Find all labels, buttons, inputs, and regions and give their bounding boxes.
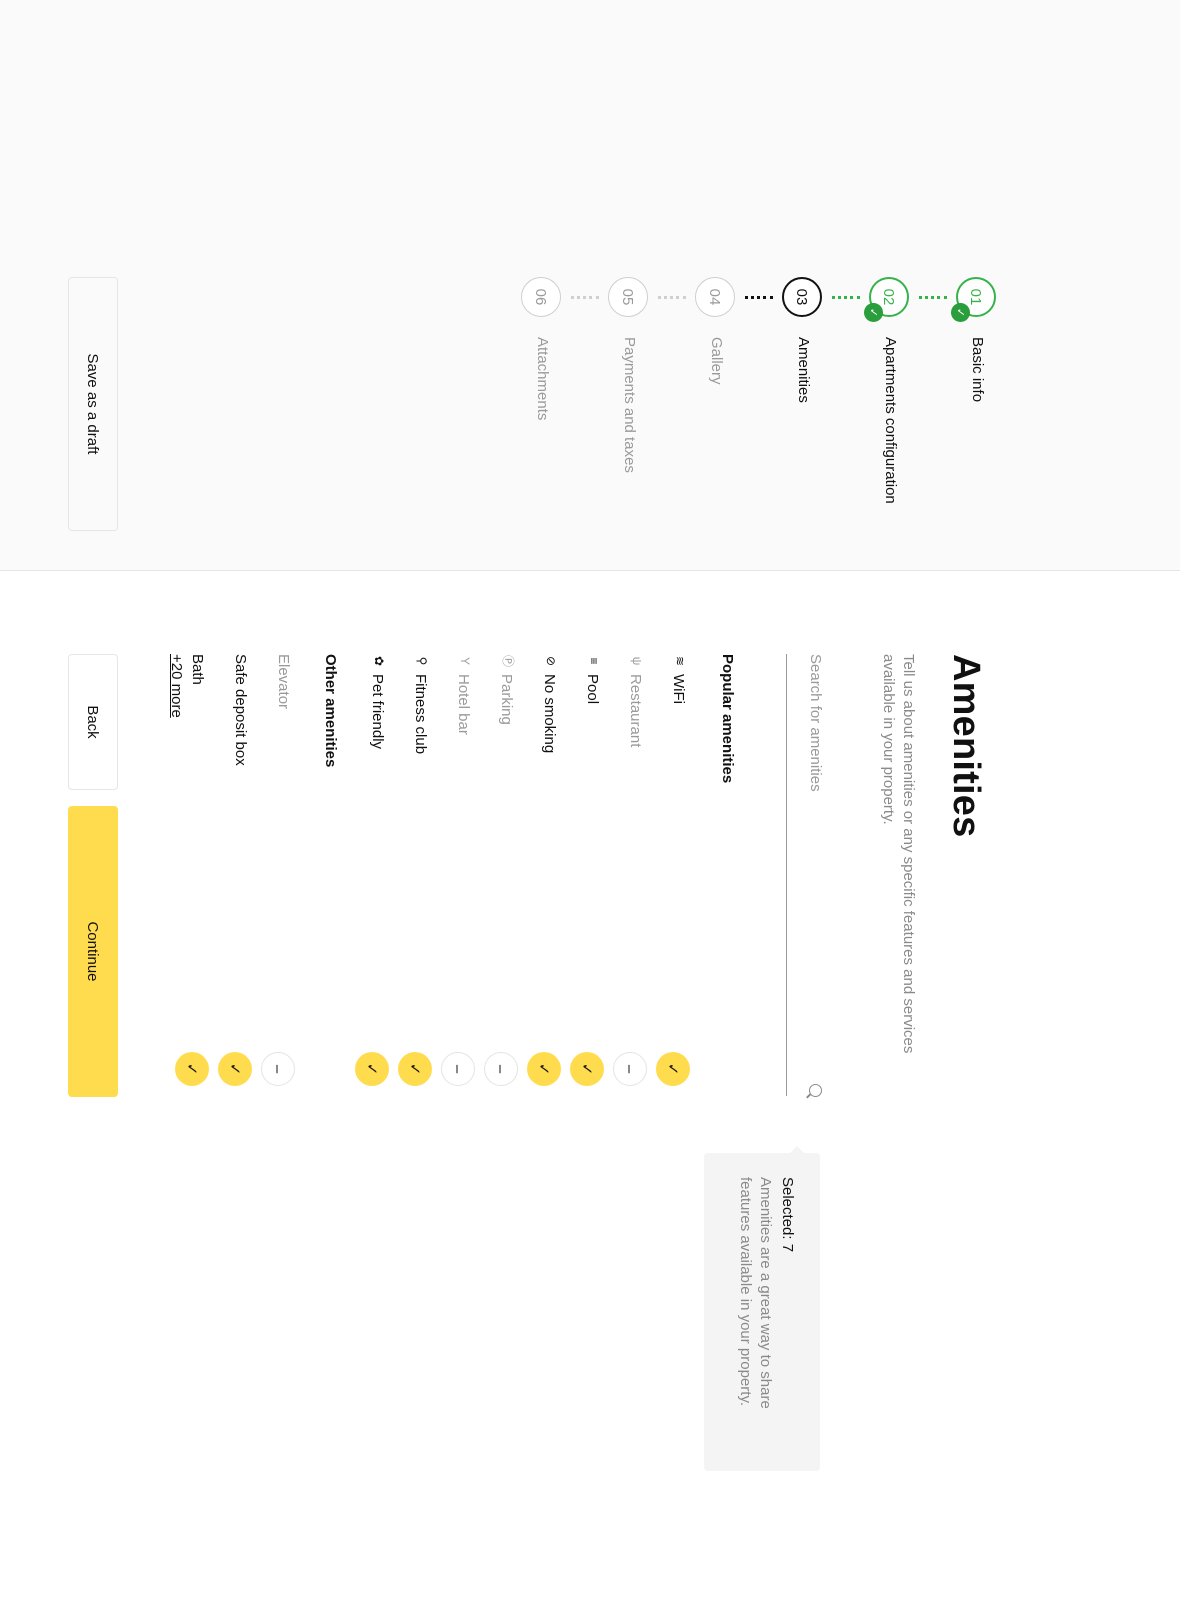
amenity-row[interactable]: Bath ✓	[175, 654, 209, 1096]
amenity-row[interactable]: ✿ Pet friendly ✓	[355, 654, 389, 1096]
unchecked-toggle[interactable]: –	[613, 1052, 647, 1086]
wifi-icon: ≋	[673, 655, 687, 667]
wizard-page: 01 ✓ Basic info 02 ✓ Apartments configuration…	[0, 0, 1180, 1600]
amenity-row[interactable]: ≡ Pool ✓	[570, 654, 604, 1096]
page-title: Amenities	[945, 654, 987, 838]
dumbbell-icon: ⚲	[415, 656, 429, 666]
step-connector	[658, 296, 686, 299]
amenity-name: Pet friendly	[369, 674, 386, 750]
amenity-row[interactable]: Y Hotel bar –	[441, 654, 475, 1096]
pool-icon: ≡	[587, 657, 601, 665]
amenity-row[interactable]: ≋ WiFi ✓	[656, 654, 690, 1096]
amenity-row[interactable]: Ⓟ Parking –	[484, 654, 518, 1096]
show-more-link[interactable]: +20 more	[168, 654, 185, 718]
save-draft-button[interactable]: Save as a draft	[68, 277, 118, 531]
step-number: 04	[695, 277, 735, 317]
page-subtitle: Tell us about amenities or any specific …	[880, 654, 917, 1054]
amenity-name: No smoking	[541, 674, 558, 754]
amenity-row[interactable]: Elevator –	[261, 654, 295, 1096]
amenity-row[interactable]: Safe deposit box ✓	[218, 654, 252, 1096]
search-field[interactable]	[786, 654, 826, 1097]
tooltip-text: Amenities are a great way to share featu…	[737, 1177, 774, 1409]
parking-icon: Ⓟ	[501, 654, 515, 667]
step-connector	[919, 296, 947, 299]
other-amenities-heading: Other amenities	[322, 654, 339, 768]
selection-tooltip: Selected: 7 Amenities are a great way to…	[704, 1153, 820, 1471]
check-icon: ✓	[951, 303, 970, 322]
amenity-name: Hotel bar	[455, 674, 472, 735]
amenity-name: Fitness club	[412, 674, 429, 755]
checked-toggle[interactable]: ✓	[656, 1052, 690, 1086]
amenity-name: Safe deposit box	[232, 654, 249, 766]
checked-toggle[interactable]: ✓	[527, 1052, 561, 1086]
selected-count: Selected: 7	[779, 1177, 796, 1253]
step-connector	[745, 296, 773, 299]
unchecked-toggle[interactable]: –	[441, 1052, 475, 1086]
back-button[interactable]: Back	[68, 654, 118, 790]
step-label: Apartments configuration	[882, 337, 899, 504]
checked-toggle[interactable]: ✓	[570, 1052, 604, 1086]
search-icon[interactable]	[809, 1084, 822, 1097]
search-input[interactable]	[807, 654, 824, 1054]
steps-sidebar: 01 ✓ Basic info 02 ✓ Apartments configuration…	[0, 0, 1180, 571]
step-label: Basic info	[969, 337, 986, 403]
step-number: 05	[608, 277, 648, 317]
checked-toggle[interactable]: ✓	[218, 1052, 252, 1086]
step-label: Gallery	[708, 337, 725, 385]
step-number: 03	[782, 277, 822, 317]
step-label: Attachments	[534, 337, 551, 421]
check-icon: ✓	[864, 303, 883, 322]
cocktail-icon: Y	[458, 656, 472, 665]
amenity-name: Restaurant	[627, 674, 644, 748]
checked-toggle[interactable]: ✓	[355, 1052, 389, 1086]
step-connector	[571, 296, 599, 299]
amenity-row[interactable]: ⚲ Fitness club ✓	[398, 654, 432, 1096]
amenity-name: WiFi	[670, 674, 687, 704]
step-label: Amenities	[795, 337, 812, 403]
step-number: 06	[521, 277, 561, 317]
step-connector	[832, 296, 860, 299]
amenity-row[interactable]: ⊘ No smoking ✓	[527, 654, 561, 1096]
unchecked-toggle[interactable]: –	[261, 1052, 295, 1086]
popular-amenities-heading: Popular amenities	[719, 654, 736, 784]
amenity-name: Pool	[584, 674, 601, 705]
step-label: Payments and taxes	[621, 337, 638, 473]
checked-toggle[interactable]: ✓	[175, 1052, 209, 1086]
checked-toggle[interactable]: ✓	[398, 1052, 432, 1086]
unchecked-toggle[interactable]: –	[484, 1052, 518, 1086]
amenity-name: Parking	[498, 674, 515, 725]
amenity-row[interactable]: ψ Restaurant –	[613, 654, 647, 1096]
no-smoking-icon: ⊘	[544, 655, 558, 667]
amenity-name: Elevator	[275, 654, 292, 710]
continue-button[interactable]: Continue	[68, 806, 118, 1097]
amenity-name: Bath	[189, 654, 206, 685]
restaurant-icon: ψ	[630, 656, 644, 666]
paw-icon: ✿	[372, 655, 386, 667]
